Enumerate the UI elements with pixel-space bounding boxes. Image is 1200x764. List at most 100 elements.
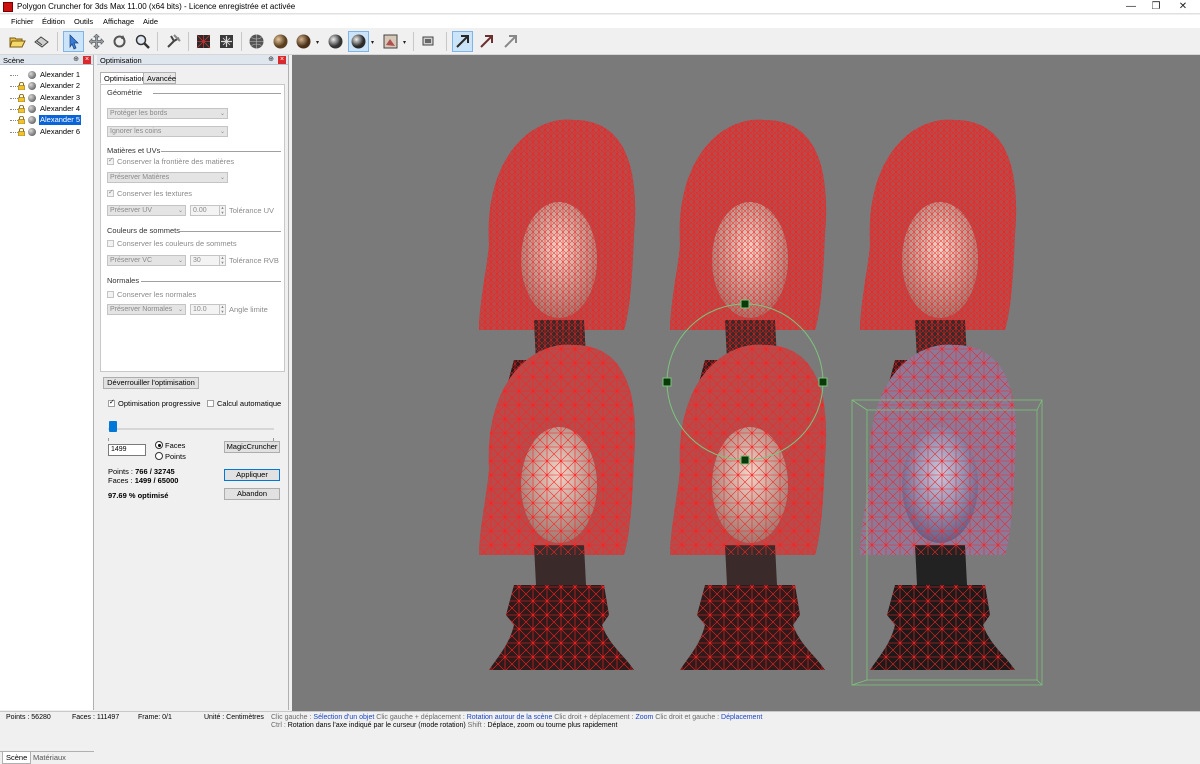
scene-tree-item[interactable]: Alexander 4 bbox=[2, 104, 92, 115]
menu-edition[interactable]: Édition bbox=[42, 17, 65, 26]
status-points: Points : 56280 bbox=[6, 714, 51, 721]
tab-materials[interactable]: Matériaux bbox=[30, 752, 69, 764]
keep-normals-label: Conserver les normales bbox=[117, 290, 197, 299]
smooth-shade-button[interactable] bbox=[270, 31, 291, 52]
magic-cruncher-button[interactable]: MagicCruncher bbox=[224, 441, 280, 453]
close-icon[interactable]: × bbox=[278, 56, 286, 64]
bust-model-6[interactable] bbox=[860, 344, 1017, 670]
protect-borders-select[interactable]: Protéger les bords ⌄ bbox=[107, 108, 228, 119]
pin-icon[interactable]: ⊕ bbox=[267, 56, 275, 64]
scene-tree-item[interactable]: Alexander 1 bbox=[2, 70, 92, 81]
select-arrow-icon bbox=[69, 34, 79, 50]
uv-tolerance-spinner[interactable]: 0.00 ▲ ▼ bbox=[190, 205, 226, 216]
close-icon[interactable]: × bbox=[83, 56, 91, 64]
menu-fichier[interactable]: Fichier bbox=[11, 17, 34, 26]
keep-material-border-checkbox[interactable] bbox=[107, 156, 114, 165]
gizmo-handle-left[interactable] bbox=[662, 377, 672, 387]
arrow-tool-3-button[interactable] bbox=[500, 31, 521, 52]
menu-bar: Fichier Édition Outils Affichage Aide bbox=[0, 15, 1200, 28]
zoom-tool-button[interactable] bbox=[132, 31, 153, 52]
display-dropdown-chevron-icon[interactable]: ▾ bbox=[371, 40, 377, 46]
keep-normals-checkbox[interactable] bbox=[107, 291, 114, 298]
status-hint-segment: Clic gauche + déplacement : bbox=[374, 714, 467, 721]
preserve-normals-select[interactable]: Préserver Normales ⌄ bbox=[107, 304, 186, 315]
lock-icon[interactable] bbox=[18, 93, 25, 102]
flat-shade-button[interactable] bbox=[293, 31, 314, 52]
shade-wire-button[interactable] bbox=[246, 31, 267, 52]
shade-mode-2-button[interactable] bbox=[325, 31, 346, 52]
lock-icon[interactable] bbox=[18, 115, 25, 125]
3d-viewport[interactable] bbox=[292, 55, 1200, 711]
preserve-materials-value: Préserver Matières bbox=[110, 174, 170, 181]
open-button[interactable] bbox=[7, 31, 28, 52]
pan-tool-button[interactable] bbox=[163, 31, 184, 52]
move-tool-button[interactable] bbox=[86, 31, 107, 52]
preserve-uv-select[interactable]: Préserver UV ⌄ bbox=[107, 205, 186, 216]
auto-calc-label: Calcul automatique bbox=[217, 399, 282, 408]
points-stat-value: 766 / 32745 bbox=[135, 467, 175, 476]
faces-radio-label: Faces bbox=[165, 441, 186, 450]
menu-aide[interactable]: Aide bbox=[143, 17, 158, 26]
fit-view-button[interactable] bbox=[216, 31, 237, 52]
preserve-vc-select[interactable]: Préserver VC ⌄ bbox=[107, 255, 186, 266]
scene-tree-item[interactable]: Alexander 2 bbox=[2, 81, 92, 92]
faces-radio[interactable] bbox=[155, 441, 163, 449]
unlock-optimization-button[interactable]: Déverrouiller l'optimisation bbox=[103, 377, 199, 389]
progressive-optimization-checkbox[interactable] bbox=[108, 398, 115, 407]
shaded-wire-button[interactable] bbox=[348, 31, 369, 52]
angle-limit-spinner[interactable]: 10.0 ▲ ▼ bbox=[190, 304, 226, 315]
abort-button[interactable]: Abandon bbox=[224, 488, 280, 500]
rotate-tool-button[interactable] bbox=[109, 31, 130, 52]
optimization-slider-thumb[interactable] bbox=[108, 421, 117, 432]
apply-button[interactable]: Appliquer bbox=[224, 469, 280, 481]
status-faces: Faces : 111497 bbox=[72, 714, 120, 721]
spinner-arrows-icon[interactable]: ▲ ▼ bbox=[219, 205, 225, 215]
camera-button[interactable] bbox=[418, 31, 439, 52]
keep-textures-checkbox[interactable] bbox=[107, 188, 114, 197]
viewport-canvas[interactable] bbox=[292, 55, 1200, 711]
bust-model-5[interactable] bbox=[670, 344, 827, 670]
keep-vertex-colors-label: Conserver les couleurs de sommets bbox=[117, 239, 237, 248]
scene-tree-item[interactable]: Alexander 5 bbox=[2, 115, 92, 126]
tab-avancee[interactable]: Avancée bbox=[143, 72, 176, 84]
rgb-tolerance-spinner[interactable]: 30 ▲ ▼ bbox=[190, 255, 226, 266]
gizmo-handle-right[interactable] bbox=[818, 377, 828, 387]
arrow-tool-1-button[interactable] bbox=[452, 31, 473, 52]
lock-icon[interactable] bbox=[18, 104, 25, 114]
select-tool-button[interactable] bbox=[63, 31, 84, 52]
save-button[interactable] bbox=[31, 31, 52, 52]
pin-icon[interactable]: ⊕ bbox=[72, 56, 80, 64]
scene-tree-item[interactable]: Alexander 3 bbox=[2, 93, 92, 104]
scene-tree-item[interactable]: Alexander 6 bbox=[2, 127, 92, 138]
object-sphere-icon bbox=[28, 93, 36, 102]
lock-icon[interactable] bbox=[18, 127, 25, 136]
spinner-arrows-icon[interactable]: ▲ ▼ bbox=[219, 304, 225, 314]
wireframe-toggle-button[interactable] bbox=[193, 31, 214, 52]
points-radio[interactable] bbox=[155, 452, 163, 460]
texture-toggle-button[interactable] bbox=[380, 31, 401, 52]
tab-scene[interactable]: Scène bbox=[2, 752, 32, 764]
wireframe-icon bbox=[196, 34, 211, 49]
menu-outils[interactable]: Outils bbox=[74, 17, 93, 26]
status-unit: Unité : Centimètres bbox=[204, 714, 264, 721]
keep-vertex-colors-checkbox[interactable] bbox=[107, 240, 114, 247]
bust-model-4[interactable] bbox=[479, 344, 636, 670]
preserve-materials-select[interactable]: Préserver Matières ⌄ bbox=[107, 172, 228, 183]
status-mouse-hints: Clic gauche : Sélection d'un objet Clic … bbox=[271, 714, 762, 722]
lock-icon[interactable] bbox=[18, 82, 25, 91]
angle-limit-value: 10.0 bbox=[193, 306, 207, 313]
arrow-tool-2-button[interactable] bbox=[476, 31, 497, 52]
menu-affichage[interactable]: Affichage bbox=[103, 17, 134, 26]
gizmo-handle-top[interactable] bbox=[740, 299, 750, 309]
status-hint-segment: Sélection d'un objet bbox=[313, 714, 375, 721]
count-input[interactable]: 1499 bbox=[108, 444, 146, 456]
spinner-arrows-icon[interactable]: ▲ ▼ bbox=[219, 255, 225, 265]
texture-dropdown-chevron-icon[interactable]: ▾ bbox=[403, 40, 409, 46]
optimization-slider-track[interactable] bbox=[108, 428, 274, 430]
close-button[interactable]: ✕ bbox=[1166, 0, 1200, 14]
shade-dropdown-chevron-icon[interactable]: ▾ bbox=[316, 40, 322, 46]
scene-tree-item-label: Alexander 2 bbox=[40, 81, 81, 91]
gizmo-handle-bottom[interactable] bbox=[740, 455, 750, 465]
ignore-corners-select[interactable]: Ignorer les coins ⌄ bbox=[107, 126, 228, 137]
auto-calc-checkbox[interactable] bbox=[207, 400, 214, 407]
